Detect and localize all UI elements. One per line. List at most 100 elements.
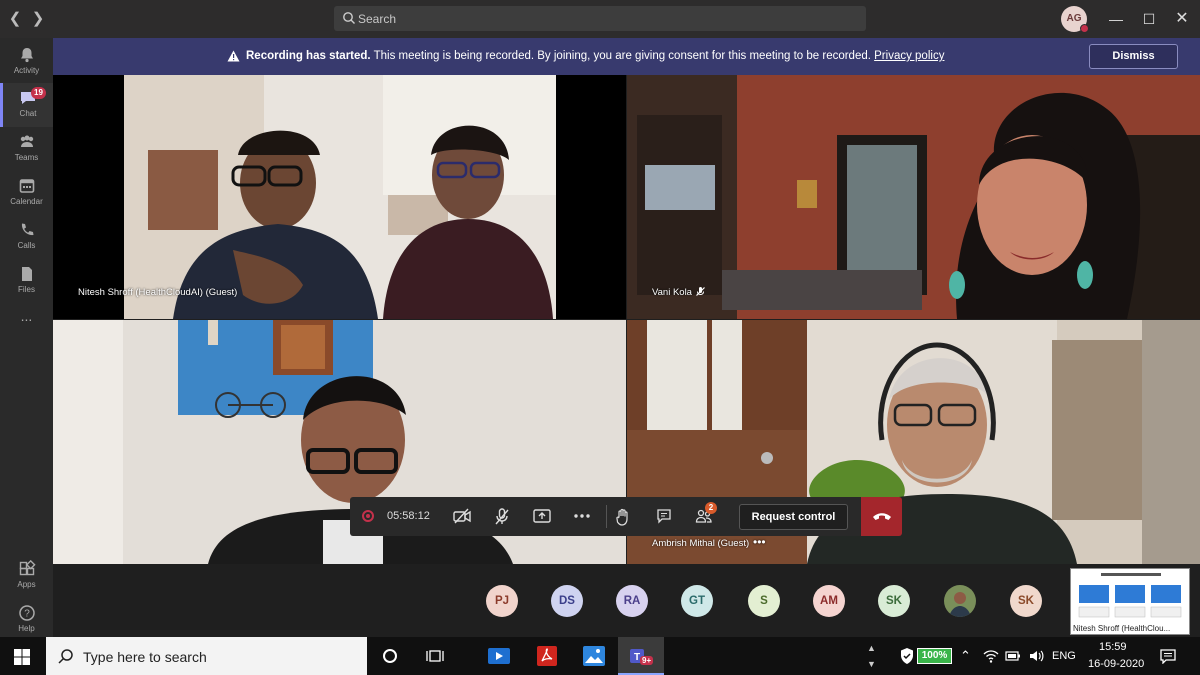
rail-item-apps[interactable]: Apps [0,554,53,598]
clock-time[interactable]: 15:59 [1099,641,1127,653]
rail-item-teams[interactable]: Teams [0,127,53,171]
taskbar-search-placeholder: Type here to search [83,649,207,665]
taskbar-search-input[interactable]: Type here to search [46,637,367,675]
search-placeholder: Search [358,12,397,26]
recording-consent-text: This meeting is being recorded. By joini… [370,50,875,62]
participant-avatar-s[interactable]: S [748,585,780,617]
mic-toggle-button[interactable] [482,497,522,536]
rail-item-help[interactable]: ? Help [0,598,53,642]
rail-item-activity[interactable]: Activity [0,40,53,84]
back-arrow-icon[interactable]: ❮ [5,9,25,29]
participant-avatar-gt[interactable]: GT [681,585,713,617]
tray-overflow-down-icon[interactable]: ▼ [867,659,876,669]
request-control-button[interactable]: Request control [739,504,848,530]
rail-label: Apps [17,580,36,589]
participant-avatar-sk[interactable]: SK [878,585,910,617]
input-language[interactable]: ENG [1052,650,1076,662]
participant-avatar-sk-2[interactable]: SK [1010,585,1042,617]
avatar-initials: SK [886,595,902,607]
participants-button[interactable]: 2 [684,497,724,536]
camera-toggle-button[interactable] [442,497,482,536]
share-tray-icon [533,509,551,523]
avatar-photo [944,585,976,617]
more-options-icon[interactable]: ••• [753,535,766,549]
presence-busy-icon [1080,24,1089,33]
search-input[interactable]: Search [334,6,866,31]
participant-avatar-ds[interactable]: DS [551,585,583,617]
shield-icon[interactable] [899,647,915,665]
notification-center-icon[interactable] [1160,648,1176,664]
windows-taskbar: Type here to search T 9+ ▲ ▼ 100% ⌃ ENG … [0,637,1200,675]
participant-name: Vani Kola [652,287,692,298]
recording-icon [362,510,374,522]
taskbar-app-pdf[interactable] [528,637,568,675]
rail-item-calendar[interactable]: Calendar [0,171,53,215]
video-tile-vani[interactable]: Vani Kola [627,75,1200,319]
video-tile-nitesh[interactable]: Nitesh Shroff (HealthCloudAI) (Guest) [53,75,626,319]
app-rail: Activity 19 Chat Teams Calendar Calls Fi… [0,38,53,637]
raise-hand-button[interactable] [603,497,643,536]
hang-up-icon [873,513,891,520]
mic-off-icon [696,287,705,296]
svg-text:?: ? [24,609,30,620]
more-icon: ... [20,308,33,324]
windows-start-icon[interactable] [14,649,30,665]
rail-label: Calls [17,241,36,250]
avatar-initials: RA [623,595,641,607]
close-icon[interactable]: ✕ [1169,6,1195,32]
task-view-icon [426,650,444,662]
search-icon [343,12,355,24]
share-screen-button[interactable] [522,497,562,536]
forward-arrow-icon[interactable]: ❯ [28,9,48,29]
call-controls: 05:58:12 2 Request control [350,497,902,536]
hang-up-button[interactable] [861,497,902,536]
shared-content-thumbnail[interactable]: Nitesh Shroff (HealthClou... [1070,568,1190,635]
participant-name: Nitesh Shroff (HealthCloudAI) (Guest) [78,287,238,298]
video-feed [627,75,1200,319]
show-hidden-icons-icon[interactable]: ⌃ [960,648,971,664]
pdf-icon [537,646,557,666]
rail-item-calls[interactable]: Calls [0,215,53,259]
participant-avatar-photo[interactable] [944,585,976,617]
phone-icon [21,223,33,236]
avatar-initials: PJ [494,595,510,607]
avatar-initials: GT [689,595,705,607]
chat-button[interactable] [644,497,684,536]
taskbar-app-media[interactable] [479,637,519,675]
volume-icon[interactable] [1028,648,1044,664]
dismiss-button[interactable]: Dismiss [1089,44,1178,69]
avatar-initials: AG [1066,13,1082,24]
avatar-initials: DS [559,595,575,607]
media-player-icon [488,648,510,664]
warning-icon [227,50,240,62]
taskbar-app-teams[interactable]: T 9+ [618,637,664,675]
file-icon [21,267,32,281]
rail-item-files[interactable]: Files [0,259,53,303]
task-view-button[interactable] [414,637,454,675]
participant-avatar-am[interactable]: AM [813,585,845,617]
tray-overflow-icon[interactable]: ▲ [867,643,876,653]
participant-avatar-ra[interactable]: RA [616,585,648,617]
rail-label: Chat [19,109,37,118]
clock-date[interactable]: 16-09-2020 [1088,658,1144,670]
privacy-policy-link[interactable]: Privacy policy [874,50,944,62]
cortana-button[interactable] [370,637,410,675]
maximize-icon[interactable]: ☐ [1136,6,1162,32]
battery-icon[interactable] [1005,649,1021,663]
more-actions-button[interactable] [562,497,602,536]
rail-item-more[interactable]: ... [0,306,53,350]
rail-item-chat[interactable]: 19 Chat [0,83,53,127]
participant-avatar-pj[interactable]: PJ [486,585,518,617]
battery-percentage[interactable]: 100% [917,648,952,664]
minimize-icon[interactable]: — [1103,6,1129,32]
recording-title: Recording has started. [246,50,371,62]
participants-badge: 2 [705,502,717,514]
photos-icon [583,646,605,666]
taskbar-app-photos[interactable] [574,637,614,675]
wifi-icon[interactable] [983,648,999,664]
avatar-initials: SK [1018,595,1034,607]
video-feed [124,75,556,319]
help-icon: ? [18,605,35,621]
user-avatar[interactable]: AG [1061,6,1089,33]
cortana-icon [383,649,397,663]
